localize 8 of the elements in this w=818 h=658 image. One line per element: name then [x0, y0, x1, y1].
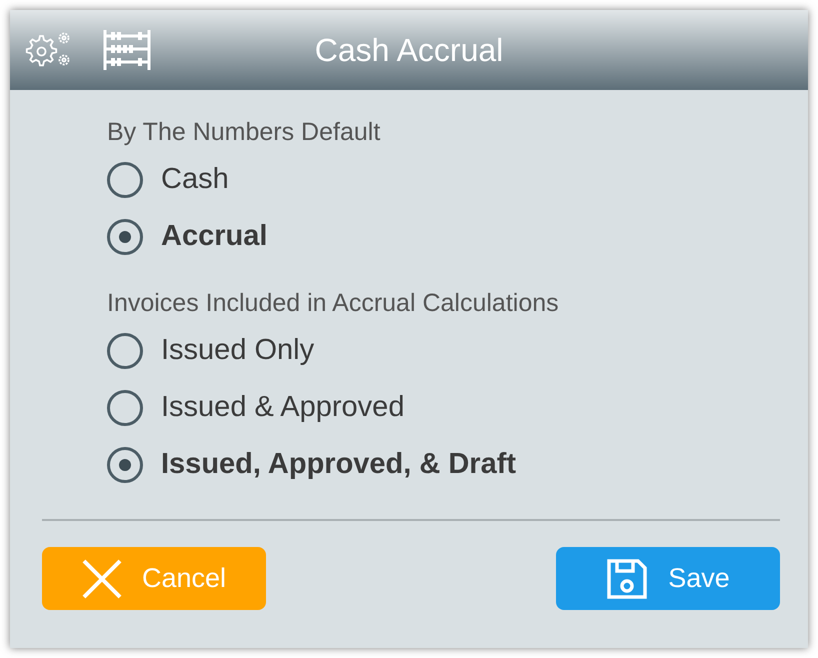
group-label: Invoices Included in Accrual Calculations — [107, 289, 560, 318]
window-title: Cash Accrual — [314, 32, 504, 68]
option-label[interactable]: Issued, Approved, & Draft — [161, 448, 516, 481]
option-label[interactable]: Issued Only — [161, 334, 314, 367]
option-label[interactable]: Accrual — [161, 220, 268, 253]
option-label[interactable]: Cash — [161, 163, 229, 196]
group-label: By The Numbers Default — [107, 118, 382, 147]
option-label[interactable]: Issued & Approved — [161, 391, 404, 424]
